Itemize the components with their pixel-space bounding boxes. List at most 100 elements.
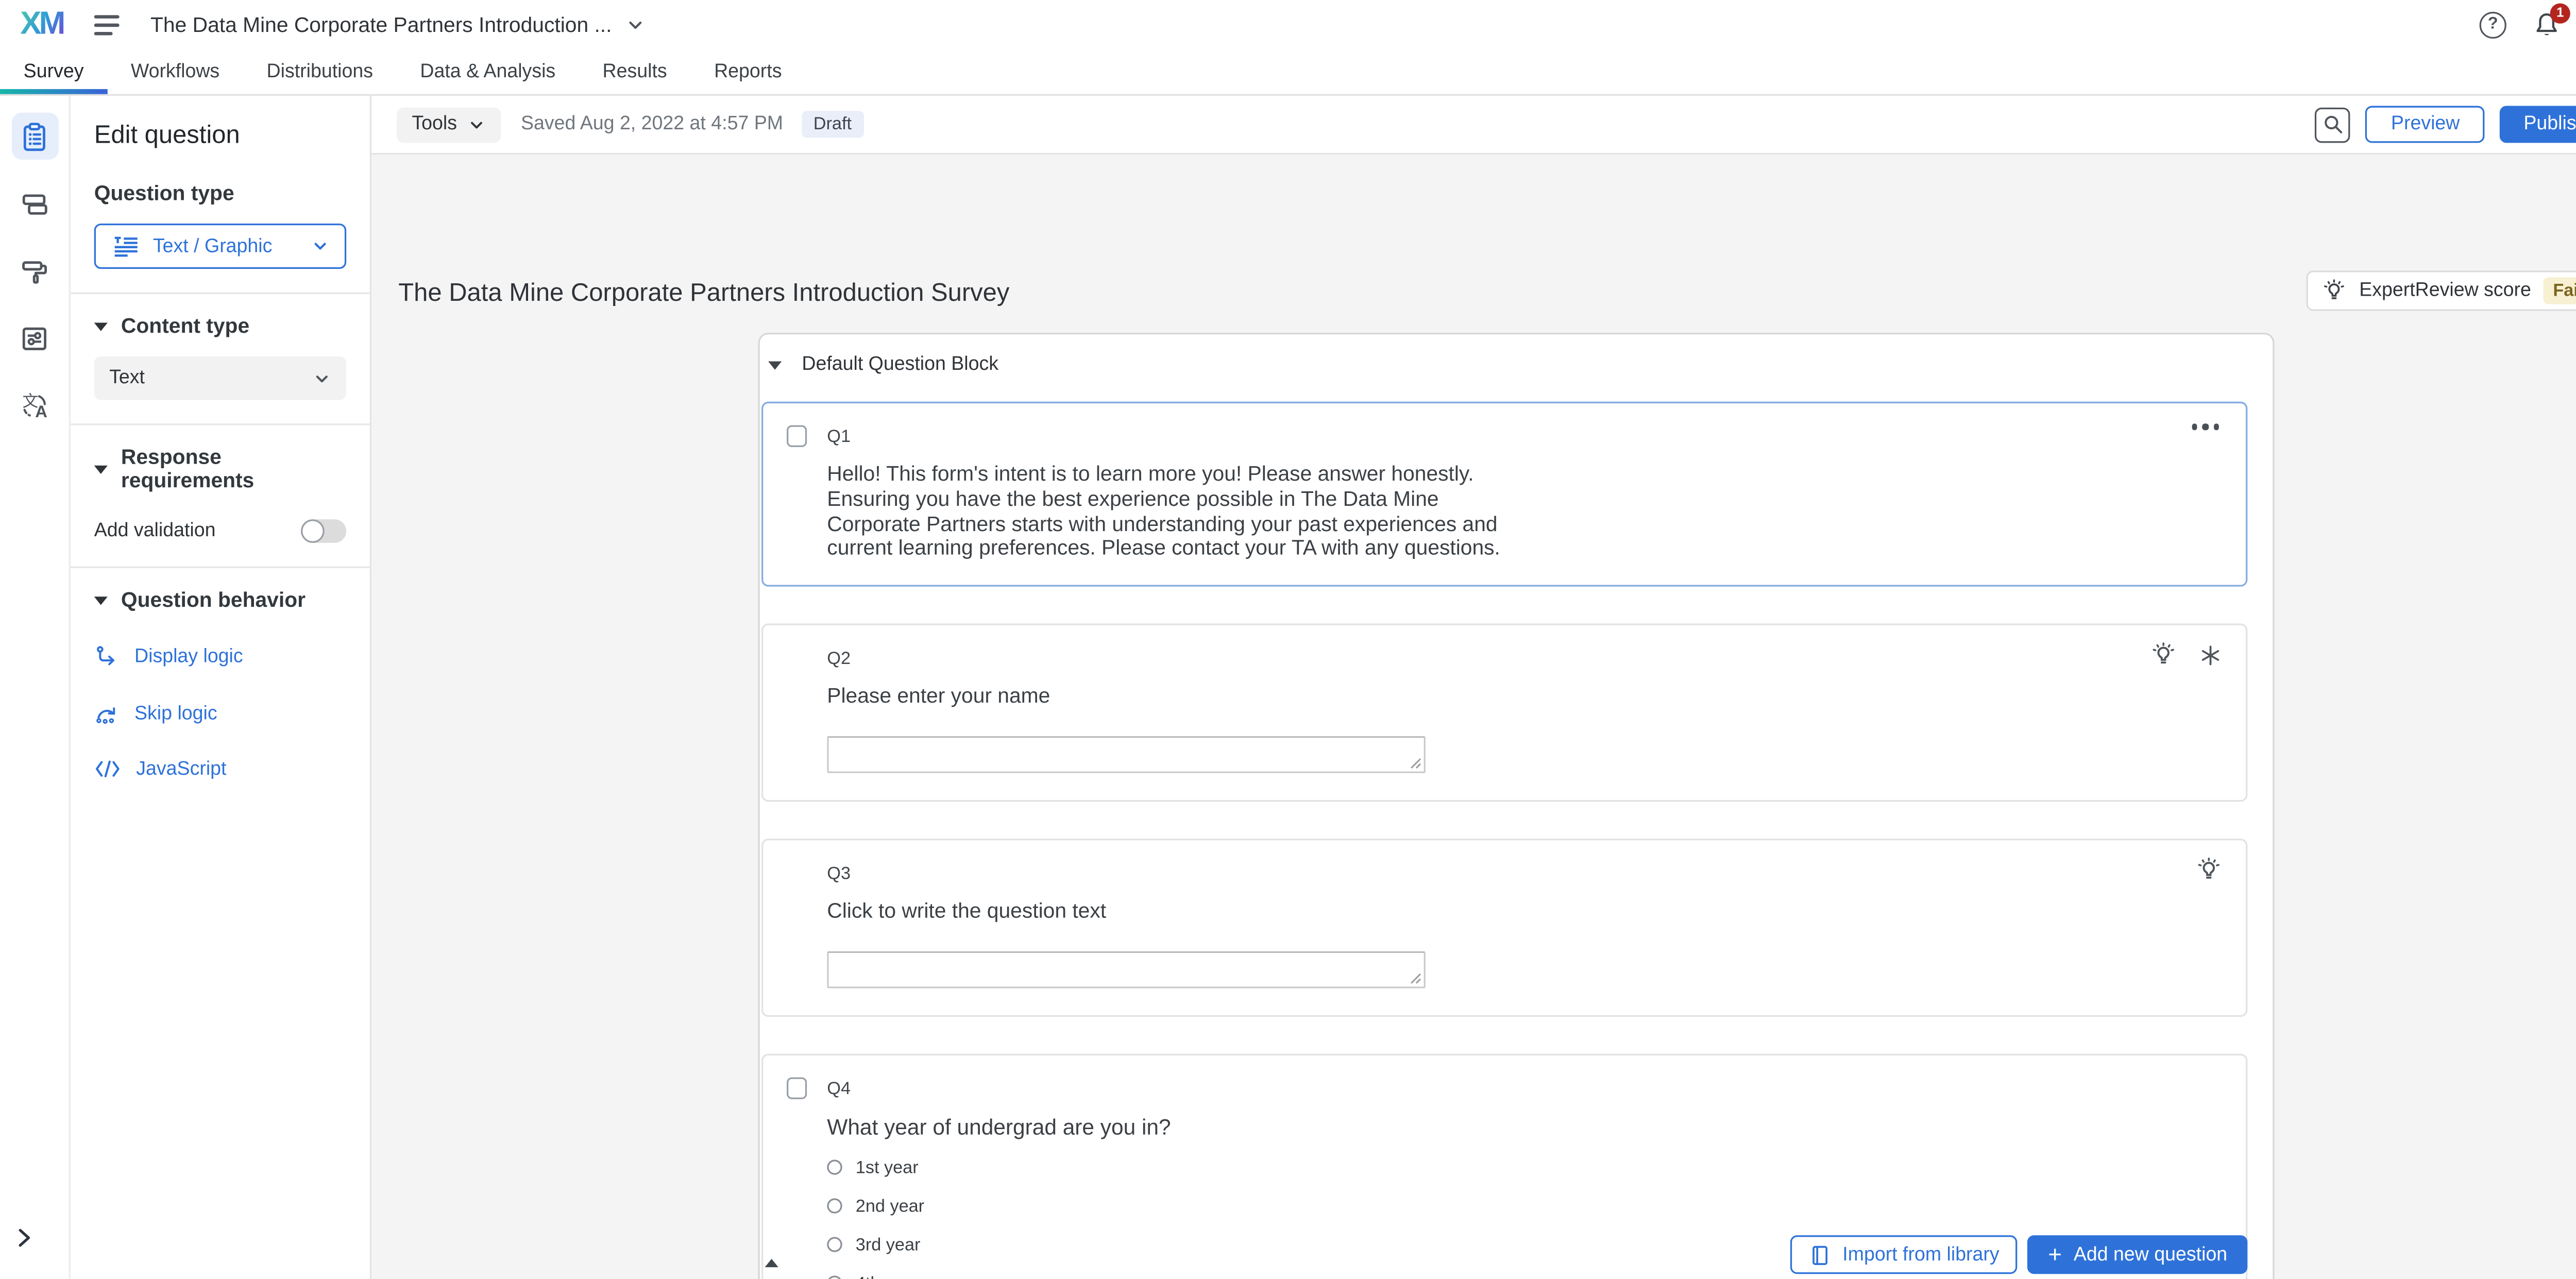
question-type-value: Text / Graphic: [153, 236, 299, 256]
draft-badge: Draft: [802, 111, 863, 138]
collapse-triangle-icon: [94, 596, 108, 604]
tab-reports[interactable]: Reports: [690, 49, 805, 94]
radio-option-row: 2nd year: [827, 1197, 2222, 1217]
paint-roller-icon: [19, 254, 50, 286]
expert-review-label: ExpertReview score: [2359, 281, 2531, 301]
content-type-section-header[interactable]: Content type: [94, 314, 346, 338]
question-type-label: Question type: [94, 181, 346, 205]
tab-data-analysis[interactable]: Data & Analysis: [397, 49, 579, 94]
help-icon[interactable]: ?: [2480, 11, 2506, 38]
question-type-dropdown[interactable]: Text / Graphic: [94, 224, 346, 269]
next-block-collapse-triangle-icon[interactable]: [765, 1259, 778, 1267]
radio-option-label[interactable]: 4th year: [856, 1274, 920, 1279]
q1-text[interactable]: Hello! This form's intent is to learn mo…: [827, 462, 1536, 561]
notification-badge: 1: [2550, 3, 2570, 23]
settings-sliders-icon: [19, 322, 50, 354]
radio-option-row: 4th year: [827, 1274, 2222, 1279]
resize-handle-icon: [1409, 970, 1422, 984]
collapse-triangle-icon: [94, 322, 108, 330]
chevron-down-icon: [467, 115, 486, 134]
question-card-q2[interactable]: Q2: [761, 623, 2247, 801]
publish-button[interactable]: Publish: [2500, 106, 2576, 143]
skip-logic-link[interactable]: Skip logic: [94, 701, 346, 726]
question-card-q1[interactable]: Q1 Hello! This form's intent is to learn…: [761, 402, 2247, 587]
content-type-select[interactable]: Text: [94, 356, 346, 400]
radio-button[interactable]: [827, 1160, 842, 1175]
translate-icon: 文 A: [19, 389, 50, 421]
q4-id: Q4: [827, 1075, 851, 1099]
import-from-library-button[interactable]: Import from library: [1790, 1235, 2018, 1274]
lightbulb-icon[interactable]: [2150, 642, 2177, 669]
expert-review-pill[interactable]: ExpertReview score Fair: [2307, 270, 2576, 311]
canvas-toolbar: Tools Saved Aug 2, 2022 at 4:57 PM Draft…: [371, 96, 2576, 155]
q3-id: Q3: [827, 860, 851, 884]
q3-text[interactable]: Click to write the question text: [827, 899, 1536, 924]
radio-button[interactable]: [827, 1199, 842, 1214]
block-name: Default Question Block: [802, 354, 998, 374]
qualtrics-survey-editor: XM The Data Mine Corporate Partners Intr…: [0, 0, 2576, 1279]
display-logic-icon: [94, 644, 120, 669]
saved-status-text: Saved Aug 2, 2022 at 4:57 PM: [521, 114, 783, 134]
title-chevron-down-icon[interactable]: [625, 14, 646, 35]
expert-review-score-badge: Fair: [2543, 277, 2576, 304]
preview-button[interactable]: Preview: [2366, 106, 2485, 143]
xm-logo: XM: [20, 8, 63, 40]
q1-checkbox[interactable]: [787, 425, 807, 447]
blocks-icon: [19, 187, 50, 219]
collapse-triangle-icon: [94, 465, 108, 473]
content-type-value: Text: [109, 368, 313, 388]
q2-id: Q2: [827, 645, 851, 669]
search-button[interactable]: [2315, 107, 2351, 142]
library-book-icon: [1809, 1243, 1831, 1267]
q3-text-entry-box[interactable]: [827, 950, 1426, 987]
edit-question-panel: Edit question Question type Text / Graph…: [71, 96, 371, 1279]
add-new-question-button[interactable]: + Add new question: [2028, 1235, 2247, 1274]
question-card-q3[interactable]: Q3 Click to write the ques: [761, 838, 2247, 1016]
radio-option-label[interactable]: 3rd year: [856, 1235, 921, 1255]
skip-logic-icon: [94, 701, 120, 726]
rail-survey-flow-button[interactable]: [11, 180, 58, 227]
hamburger-menu-icon[interactable]: [93, 14, 120, 35]
add-validation-toggle[interactable]: [301, 519, 346, 543]
resize-handle-icon: [1409, 756, 1422, 769]
rail-survey-builder-button[interactable]: [11, 113, 58, 160]
display-logic-link[interactable]: Display logic: [94, 644, 346, 669]
radio-option-row: 1st year: [827, 1158, 2222, 1178]
q1-more-menu-icon[interactable]: [2191, 423, 2219, 429]
q4-text[interactable]: What year of undergrad are you in?: [827, 1114, 1536, 1139]
radio-option-label[interactable]: 2nd year: [856, 1197, 924, 1217]
primary-tabbar: Survey Workflows Distributions Data & An…: [0, 49, 2576, 96]
panel-title: Edit question: [94, 96, 346, 149]
tab-workflows[interactable]: Workflows: [107, 49, 243, 94]
radio-option-label[interactable]: 1st year: [856, 1158, 919, 1178]
question-behavior-section-header[interactable]: Question behavior: [94, 588, 346, 612]
tab-distributions[interactable]: Distributions: [243, 49, 397, 94]
code-icon: [94, 758, 121, 780]
radio-button[interactable]: [827, 1237, 842, 1252]
tools-dropdown-button[interactable]: Tools: [397, 107, 501, 142]
tab-results[interactable]: Results: [579, 49, 691, 94]
chevron-down-icon: [313, 369, 331, 387]
left-icon-rail: 文 A: [0, 96, 71, 1279]
search-icon: [2321, 113, 2345, 137]
add-validation-label: Add validation: [94, 521, 301, 541]
rail-look-and-feel-button[interactable]: [11, 247, 58, 294]
rail-survey-options-button[interactable]: [11, 314, 58, 361]
q4-checkbox[interactable]: [787, 1077, 807, 1098]
q2-text[interactable]: Please enter your name: [827, 684, 1536, 709]
block-collapse-triangle-icon[interactable]: [768, 361, 782, 369]
rail-translations-button[interactable]: 文 A: [11, 382, 58, 429]
notifications-button[interactable]: 1: [2532, 9, 2562, 40]
clipboard-list-icon: [19, 120, 50, 152]
response-requirements-section-header[interactable]: Response requirements: [94, 446, 346, 492]
chevron-down-icon: [311, 237, 330, 255]
javascript-link[interactable]: JavaScript: [94, 758, 346, 780]
question-footer-actions: Import from library + Add new question: [1790, 1235, 2247, 1274]
default-question-block: Default Question Block Q1 Hello! This fo…: [758, 333, 2275, 1279]
app-header: XM The Data Mine Corporate Partners Intr…: [0, 0, 2576, 49]
expand-rail-chevron-icon[interactable]: [13, 1225, 35, 1259]
q2-text-entry-box[interactable]: [827, 736, 1426, 773]
tab-survey[interactable]: Survey: [0, 49, 107, 94]
lightbulb-icon[interactable]: [2195, 857, 2222, 883]
radio-button[interactable]: [827, 1276, 842, 1279]
